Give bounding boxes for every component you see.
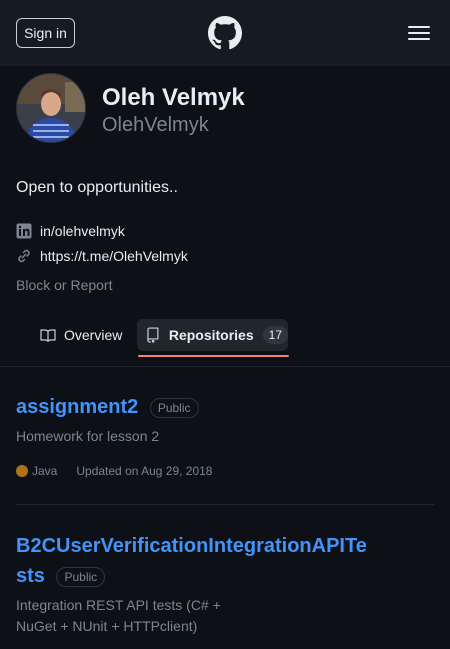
repo-description-line2: NuGet + NUnit + HTTPclient) (16, 618, 198, 634)
repo-description: Homework for lesson 2 (16, 428, 160, 444)
repo-name[interactable]: assignment2 (16, 396, 138, 418)
link-icon (18, 249, 30, 263)
repo-updated: Updated on Aug 29, 2018 (76, 464, 213, 478)
avatar[interactable] (16, 73, 86, 143)
tab-overview-label: Overview (64, 327, 123, 343)
repo-meta: Java Updated on Aug 29, 2018 (16, 464, 212, 478)
tab-repositories-label: Repositories (168, 327, 254, 343)
linkedin-icon (16, 223, 32, 239)
repo-description: Integration REST API tests (C# + NuGet +… (16, 595, 221, 637)
selected-tab-underline (138, 355, 289, 357)
language-color-dot (16, 465, 28, 477)
profile-name: Oleh Velmyk (102, 84, 245, 111)
profile-bio: Open to opportunities.. (16, 179, 178, 196)
telegram-label: https://t.me/OlehVelmyk (40, 248, 188, 264)
repo-icon (147, 327, 159, 343)
avatar-image (17, 74, 85, 142)
github-mark-icon[interactable] (208, 16, 242, 50)
book-icon (40, 329, 56, 342)
linkedin-label: in/olehvelmyk (40, 223, 125, 239)
repo-divider (16, 504, 434, 505)
profile-login: OlehVelmyk (102, 114, 209, 136)
repo-name-line2[interactable]: sts (16, 565, 45, 587)
block-or-report-link[interactable]: Block or Report (16, 277, 112, 293)
repo-description-line1: Integration REST API tests (C# + (16, 597, 221, 613)
repo-language: Java (32, 464, 58, 478)
repo-name-line1[interactable]: B2CUserVerificationIntegrationAPITe (16, 535, 367, 557)
repo-title-link[interactable]: assignment2 Public (16, 396, 199, 419)
visibility-badge: Public (149, 397, 199, 418)
repositories-count-badge: 17 (262, 326, 288, 344)
repo-title-link[interactable]: B2CUserVerificationIntegrationAPITe (16, 535, 367, 558)
visibility-badge: Public (56, 566, 106, 587)
telegram-link[interactable]: https://t.me/OlehVelmyk (16, 247, 188, 265)
linkedin-link[interactable]: in/olehvelmyk (16, 222, 125, 240)
sign-in-button[interactable]: Sign in (16, 18, 75, 48)
top-bar: Sign in (0, 0, 450, 66)
hamburger-menu-icon[interactable] (406, 22, 432, 44)
tab-repositories[interactable]: Repositories 17 (137, 319, 288, 351)
tab-overview[interactable]: Overview (40, 319, 122, 351)
repo-title-link[interactable]: sts Public (16, 565, 106, 588)
profile-tabs: Overview Repositories 17 (0, 312, 450, 367)
